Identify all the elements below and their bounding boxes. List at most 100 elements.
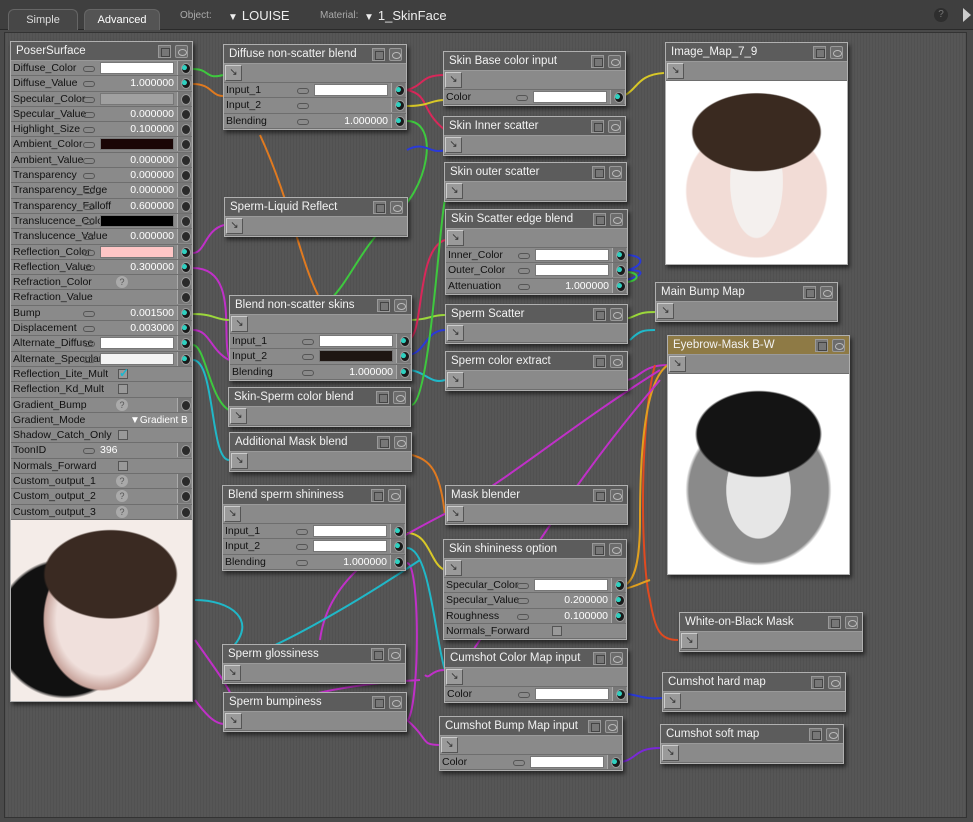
node-cumshot-bump-map-input[interactable]: Cumshot Bump Map input ↘ Color: [439, 716, 623, 772]
preview-icon[interactable]: [609, 166, 622, 179]
param-row-color[interactable]: Color: [445, 687, 627, 703]
param-row-specular-value[interactable]: Specular_Value 0.200000: [444, 593, 626, 609]
collapse-icon[interactable]: [376, 391, 389, 404]
input-plug-icon[interactable]: [177, 321, 191, 336]
input-plug-icon[interactable]: [612, 687, 626, 701]
dropdown[interactable]: ▼Gradient B: [130, 413, 188, 428]
param-row-highlight-size[interactable]: Highlight_Size 0.100000: [11, 122, 192, 138]
link-icon[interactable]: [83, 173, 95, 180]
input-plug-icon[interactable]: [396, 349, 410, 364]
help-icon[interactable]: ?: [116, 475, 128, 488]
link-icon[interactable]: [518, 253, 530, 259]
node-header[interactable]: Sperm color extract: [446, 352, 627, 371]
node-additional-mask-blend[interactable]: Additional Mask blend ↘: [229, 432, 412, 472]
node-sperm-glossiness[interactable]: Sperm glossiness ↘: [222, 644, 406, 684]
node-header[interactable]: Diffuse non-scatter blend: [224, 45, 406, 64]
param-row-blending[interactable]: Blending 1.000000: [230, 364, 411, 380]
link-icon[interactable]: [83, 341, 95, 348]
color-swatch[interactable]: [535, 249, 609, 261]
output-plug-icon[interactable]: ↘: [447, 230, 464, 246]
preview-icon[interactable]: [389, 48, 402, 61]
preview-icon[interactable]: [605, 720, 618, 733]
param-row-refraction-color[interactable]: Refraction_Color?: [11, 275, 192, 291]
node-skin-outer-scatter[interactable]: Skin outer scatter ↘: [444, 162, 627, 202]
param-row-ambient-value[interactable]: Ambient_Value 0.000000: [11, 152, 192, 169]
node-white-on-black-mask[interactable]: White-on-Black Mask ↘: [679, 612, 863, 652]
param-row-gradient-mode[interactable]: Gradient_Mode ▼Gradient B: [11, 413, 192, 429]
node-diffuse-non-scatter-blend[interactable]: Diffuse non-scatter blend ↘ Input_1 Input_2…: [223, 44, 407, 130]
output-plug-icon[interactable]: ↘: [445, 137, 462, 153]
color-swatch[interactable]: [535, 688, 609, 700]
link-icon[interactable]: [83, 111, 95, 118]
input-plug-icon[interactable]: [177, 244, 191, 259]
node-header[interactable]: White-on-Black Mask: [680, 613, 862, 632]
color-swatch[interactable]: [314, 84, 388, 96]
node-cumshot-hard-map[interactable]: Cumshot hard map ↘: [662, 672, 846, 712]
preview-icon[interactable]: [610, 213, 623, 226]
node-sperm-liquid-reflect[interactable]: Sperm-Liquid Reflect ↘: [224, 197, 408, 237]
node-header[interactable]: Main Bump Map: [656, 283, 837, 302]
collapse-icon[interactable]: [373, 201, 386, 214]
color-swatch[interactable]: [319, 350, 393, 363]
input-plug-icon[interactable]: [391, 113, 405, 128]
param-row-reflection-value[interactable]: Reflection_Value 0.300000: [11, 259, 192, 276]
collapse-icon[interactable]: [371, 489, 384, 502]
input-plug-icon[interactable]: [612, 263, 626, 278]
link-icon[interactable]: [83, 81, 95, 88]
checkbox[interactable]: [118, 460, 128, 471]
expand-arrow-icon[interactable]: [963, 8, 971, 22]
input-plug-icon[interactable]: [390, 554, 404, 569]
collapse-icon[interactable]: [593, 652, 606, 665]
param-value[interactable]: 0.000000: [130, 107, 174, 122]
input-plug-icon[interactable]: [177, 504, 191, 519]
link-icon[interactable]: [302, 339, 314, 345]
output-plug-icon[interactable]: ↘: [657, 303, 674, 319]
param-value[interactable]: 1.000000: [343, 555, 387, 570]
node-header[interactable]: Skin Inner scatter: [444, 117, 625, 136]
input-plug-icon[interactable]: [177, 106, 191, 121]
link-icon[interactable]: [517, 583, 529, 589]
preview-icon[interactable]: [828, 676, 841, 689]
collapse-icon[interactable]: [591, 120, 604, 133]
input-plug-icon[interactable]: [177, 137, 191, 152]
param-row-color[interactable]: Color: [440, 755, 622, 771]
collapse-icon[interactable]: [815, 339, 828, 352]
node-skin-inner-scatter[interactable]: Skin Inner scatter ↘: [443, 116, 626, 156]
preview-icon[interactable]: [389, 696, 402, 709]
color-swatch[interactable]: [100, 352, 174, 365]
param-row-ambient-color[interactable]: Ambient_Color: [11, 137, 192, 153]
param-row-refraction-value[interactable]: Refraction_Value: [11, 290, 192, 306]
input-plug-icon[interactable]: [612, 278, 626, 293]
input-plug-icon[interactable]: [612, 248, 626, 262]
node-skin-sperm-color-blend[interactable]: Skin-Sperm color blend ↘: [228, 387, 411, 427]
collapse-icon[interactable]: [811, 676, 824, 689]
node-header[interactable]: Sperm-Liquid Reflect: [225, 198, 407, 217]
input-plug-icon[interactable]: [611, 578, 625, 592]
param-row-custom-output-2[interactable]: Custom_output_2?: [11, 489, 192, 505]
output-plug-icon[interactable]: ↘: [441, 737, 458, 753]
node-cumshot-soft-map[interactable]: Cumshot soft map ↘: [660, 724, 844, 764]
link-icon[interactable]: [517, 598, 529, 605]
link-icon[interactable]: [518, 283, 530, 290]
link-icon[interactable]: [516, 95, 528, 101]
node-blend-non-scatter-skins[interactable]: Blend non-scatter skins ↘ Input_1 Input_2 Bl…: [229, 295, 412, 381]
collapse-icon[interactable]: [593, 213, 606, 226]
input-plug-icon[interactable]: [610, 90, 624, 104]
output-plug-icon[interactable]: ↘: [446, 183, 463, 199]
link-icon[interactable]: [517, 613, 529, 620]
output-plug-icon[interactable]: ↘: [667, 63, 684, 79]
param-row-color[interactable]: Color: [444, 90, 625, 106]
collapse-icon[interactable]: [592, 543, 605, 556]
param-value[interactable]: 1.000000: [130, 76, 174, 91]
param-row-input-2[interactable]: Input_2: [230, 349, 411, 365]
param-row-diffuse-color[interactable]: Diffuse_Color: [11, 61, 192, 77]
param-value[interactable]: 1.000000: [565, 279, 609, 294]
link-icon[interactable]: [297, 118, 309, 125]
param-row-blending[interactable]: Blending 1.000000: [223, 554, 405, 570]
node-header[interactable]: Image_Map_7_9: [666, 43, 847, 62]
object-select[interactable]: ▼ LOUISE: [228, 8, 290, 23]
collapse-icon[interactable]: [592, 166, 605, 179]
param-row-specular-color[interactable]: Specular_Color: [444, 578, 626, 594]
node-header[interactable]: Cumshot hard map: [663, 673, 845, 692]
link-icon[interactable]: [83, 264, 95, 271]
